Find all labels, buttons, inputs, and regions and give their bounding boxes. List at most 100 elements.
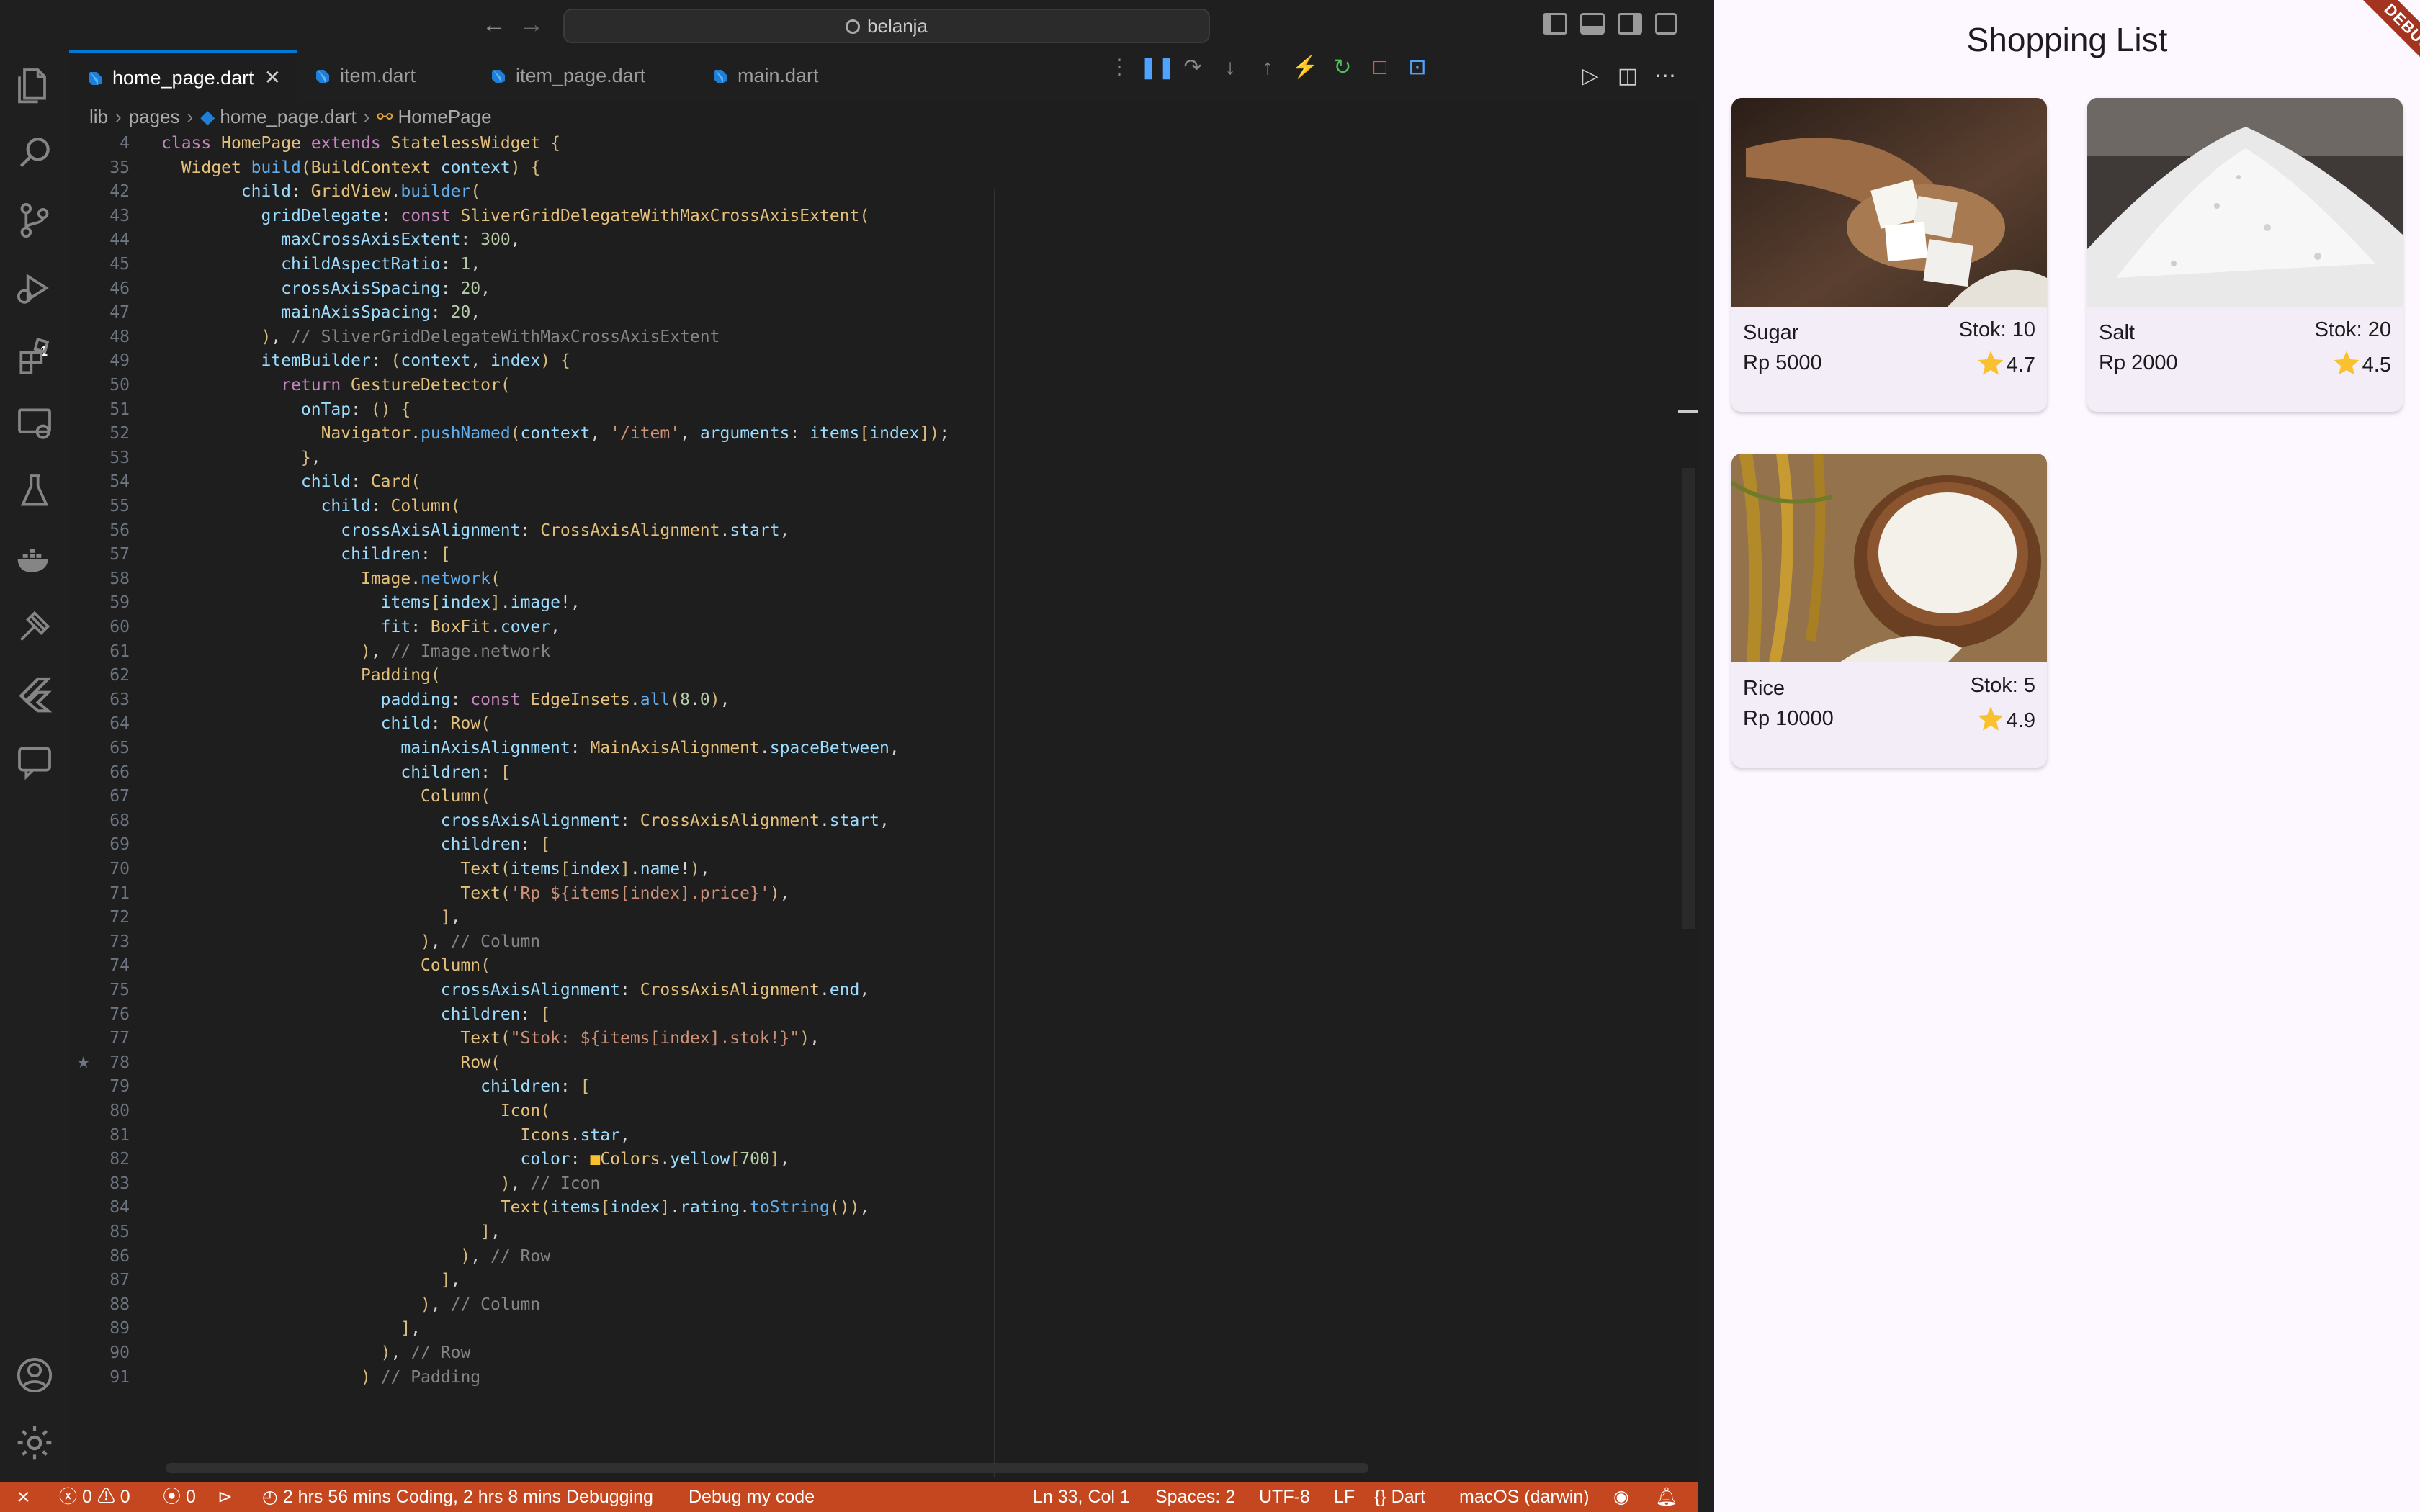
- code-line[interactable]: maxCrossAxisExtent: 300,: [161, 230, 520, 249]
- code-line[interactable]: Text(items[index].rating.toString()),: [161, 1198, 870, 1217]
- item-card-sugar[interactable]: Sugar Rp 5000 Stok: 10 4.7: [1731, 98, 2047, 412]
- code-line[interactable]: Text(items[index].name!),: [161, 860, 709, 878]
- code-line[interactable]: crossAxisSpacing: 20,: [161, 279, 490, 298]
- code-line[interactable]: Column(: [161, 787, 490, 806]
- indentation[interactable]: Spaces: 2: [1155, 1482, 1235, 1512]
- toggle-primary-sidebar-icon[interactable]: [1543, 13, 1567, 35]
- code-line[interactable]: crossAxisAlignment: CrossAxisAlignment.e…: [161, 981, 869, 999]
- code-line[interactable]: Navigator.pushNamed(context, '/item', ar…: [161, 424, 950, 443]
- code-line[interactable]: ), // Column: [161, 1295, 540, 1314]
- source-control-icon[interactable]: [14, 200, 55, 240]
- code-line[interactable]: Row(: [161, 1053, 500, 1072]
- problems-indicator[interactable]: ⓧ 0 ⚠ 0: [59, 1482, 130, 1512]
- breadcrumb-item[interactable]: pages: [129, 106, 180, 127]
- code-line[interactable]: children: [: [161, 1005, 550, 1024]
- cursor-position[interactable]: Ln 33, Col 1: [1033, 1482, 1130, 1512]
- code-line[interactable]: ), // Row: [161, 1247, 550, 1266]
- code-line[interactable]: crossAxisAlignment: CrossAxisAlignment.s…: [161, 521, 789, 540]
- debug-run-icon[interactable]: ⊳: [218, 1482, 233, 1512]
- code-line[interactable]: Column(: [161, 956, 490, 975]
- code-line[interactable]: child: GridView.builder(: [161, 182, 480, 201]
- code-line[interactable]: ],: [161, 1223, 501, 1241]
- forward-arrow-icon[interactable]: →: [516, 9, 547, 40]
- flutter-icon[interactable]: [14, 674, 55, 714]
- toggle-panel-icon[interactable]: [1580, 13, 1605, 35]
- code-line[interactable]: ) // Padding: [161, 1368, 480, 1387]
- code-line[interactable]: child: Column(: [161, 497, 461, 516]
- code-line[interactable]: fit: BoxFit.cover,: [161, 618, 560, 636]
- code-line[interactable]: ), // SliverGridDelegateWithMaxCrossAxis…: [161, 328, 720, 346]
- breadcrumb-item[interactable]: HomePage: [398, 106, 491, 127]
- close-icon[interactable]: ✕: [264, 66, 281, 89]
- code-line[interactable]: Widget build(BuildContext context) {: [161, 158, 541, 177]
- tab-item-page-dart[interactable]: item_page.dart: [490, 50, 699, 101]
- code-line[interactable]: child: Card(: [161, 472, 421, 491]
- toggle-secondary-sidebar-icon[interactable]: [1618, 13, 1642, 35]
- vertical-scrollbar[interactable]: [1682, 468, 1695, 929]
- code-line[interactable]: itemBuilder: (context, index) {: [161, 351, 570, 370]
- code-line[interactable]: padding: const EdgeInsets.all(8.0),: [161, 690, 730, 709]
- breadcrumb-item[interactable]: home_page.dart: [220, 106, 356, 127]
- ports-indicator[interactable]: ⦿ 0: [163, 1482, 196, 1512]
- step-over-icon[interactable]: ↷: [1177, 52, 1209, 84]
- extensions-icon[interactable]: [14, 336, 55, 376]
- tab-main-dart[interactable]: main.dart: [712, 50, 884, 101]
- stop-icon[interactable]: □: [1364, 52, 1396, 84]
- wakatime-indicator[interactable]: ◴ 2 hrs 56 mins Coding, 2 hrs 8 mins Deb…: [262, 1482, 653, 1512]
- customize-layout-icon[interactable]: [1655, 13, 1677, 35]
- language-mode[interactable]: {} Dart: [1374, 1482, 1425, 1512]
- code-line[interactable]: children: [: [161, 835, 550, 854]
- run-file-icon[interactable]: ▷: [1574, 60, 1606, 92]
- code-line[interactable]: onTap: () {: [161, 400, 411, 419]
- explorer-icon[interactable]: [14, 65, 55, 105]
- code-line[interactable]: gridDelegate: const SliverGridDelegateWi…: [161, 207, 869, 225]
- accounts-icon[interactable]: [14, 1355, 55, 1395]
- command-center-search[interactable]: belanja: [563, 9, 1210, 43]
- item-card-rice[interactable]: Rice Rp 10000 Stok: 5 4.9: [1731, 454, 2047, 768]
- run-and-debug-icon[interactable]: [14, 268, 55, 308]
- code-line[interactable]: ],: [161, 1319, 421, 1338]
- flutter-tools-icon[interactable]: [14, 606, 55, 647]
- code-editor[interactable]: 4 class HomePage extends StatelessWidget …: [69, 131, 1682, 1477]
- step-out-icon[interactable]: ↑: [1252, 52, 1283, 84]
- pause-icon[interactable]: ❚❚: [1139, 52, 1175, 84]
- code-line[interactable]: Text("Stok: ${items[index].stok!}"),: [161, 1029, 820, 1048]
- code-line[interactable]: mainAxisSpacing: 20,: [161, 303, 480, 322]
- step-into-icon[interactable]: ↓: [1214, 52, 1246, 84]
- device-selector[interactable]: macOS (darwin): [1459, 1482, 1590, 1512]
- settings-gear-icon[interactable]: [14, 1423, 55, 1463]
- code-line[interactable]: ],: [161, 908, 461, 927]
- more-actions-icon[interactable]: ⋯: [1649, 60, 1681, 92]
- restart-icon[interactable]: ↻: [1327, 52, 1358, 84]
- code-line[interactable]: ],: [161, 1271, 461, 1290]
- code-line[interactable]: Image.network(: [161, 570, 501, 588]
- item-card-salt[interactable]: Salt Rp 2000 Stok: 20 4.5: [2087, 98, 2403, 412]
- breadcrumb-item[interactable]: lib: [89, 106, 108, 127]
- code-line[interactable]: class HomePage extends StatelessWidget {: [161, 134, 560, 153]
- code-line[interactable]: children: [: [161, 1077, 590, 1096]
- code-line[interactable]: mainAxisAlignment: MainAxisAlignment.spa…: [161, 739, 899, 757]
- docker-icon[interactable]: [14, 539, 55, 579]
- code-line[interactable]: color: ■Colors.yellow[700],: [161, 1150, 790, 1169]
- encoding[interactable]: UTF-8: [1259, 1482, 1310, 1512]
- remote-indicator-icon[interactable]: ⨯: [16, 1482, 31, 1512]
- copilot-icon[interactable]: ◉: [1613, 1482, 1629, 1512]
- split-editor-icon[interactable]: ◫: [1612, 60, 1644, 92]
- code-line[interactable]: ), // Icon: [161, 1174, 601, 1193]
- code-line[interactable]: ), // Row: [161, 1344, 471, 1362]
- code-line[interactable]: Icons.star,: [161, 1126, 630, 1145]
- code-line[interactable]: childAspectRatio: 1,: [161, 255, 480, 274]
- back-arrow-icon[interactable]: ←: [478, 9, 510, 40]
- debug-mode-indicator[interactable]: Debug my code: [689, 1482, 815, 1512]
- tab-item-dart[interactable]: item.dart: [314, 50, 480, 101]
- code-line[interactable]: },: [161, 449, 321, 467]
- search-icon[interactable]: [14, 132, 55, 173]
- code-line[interactable]: Text('Rp ${items[index].price}'),: [161, 884, 789, 903]
- remote-explorer-icon[interactable]: [14, 403, 55, 444]
- code-line[interactable]: ), // Image.network: [161, 642, 550, 661]
- notifications-bell-icon[interactable]: 🔔︎: [1655, 1482, 1678, 1512]
- testing-flask-icon[interactable]: [14, 471, 55, 511]
- chat-icon[interactable]: [14, 742, 55, 782]
- code-line[interactable]: children: [: [161, 763, 510, 782]
- hot-reload-icon[interactable]: ⚡: [1289, 52, 1321, 84]
